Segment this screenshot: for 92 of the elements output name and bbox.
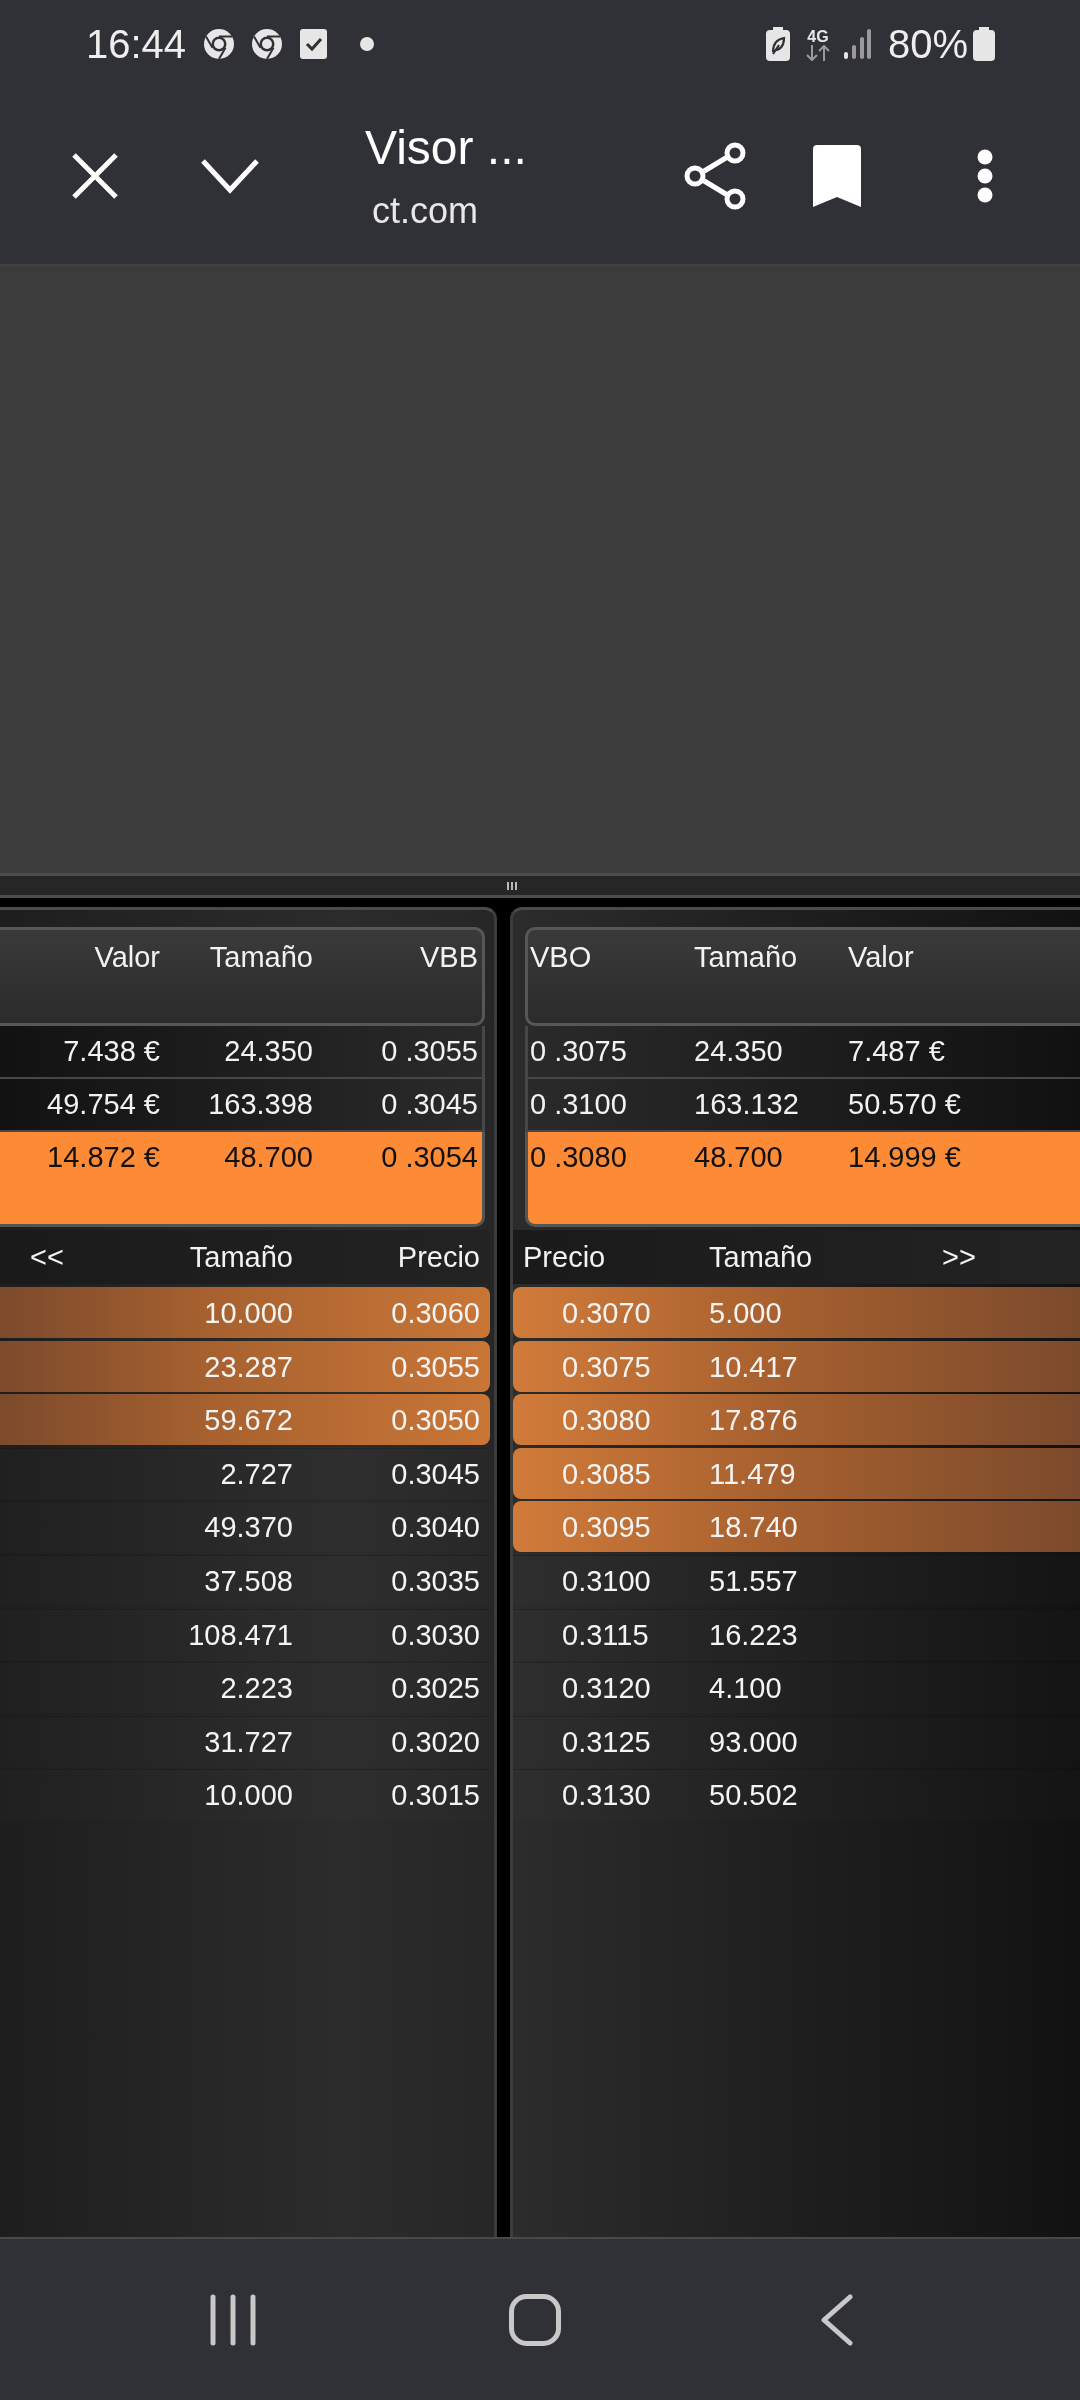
aperture-icon bbox=[204, 29, 235, 59]
table-cell-text: 51.557 bbox=[709, 1563, 799, 1599]
table-cell-text: 14.999 € bbox=[848, 1140, 962, 1175]
table-cell-text: 2.223 bbox=[219, 1671, 293, 1707]
check-square-icon bbox=[300, 29, 328, 59]
more-icon bbox=[977, 149, 993, 203]
column-header: Valor bbox=[848, 940, 915, 975]
table-cell-text: 0.3070 bbox=[562, 1296, 652, 1331]
table-cell-text: 48.700 bbox=[694, 1140, 784, 1175]
table-cell-text: 23.287 bbox=[203, 1349, 293, 1385]
table-cell-text: 0.3080 bbox=[562, 1403, 652, 1439]
table-cell-text: 10.417 bbox=[709, 1349, 799, 1385]
column-header: Precio bbox=[523, 1240, 607, 1275]
table-cell-text: 0.3100 bbox=[562, 1563, 652, 1599]
table-cell-text: 7.487 € bbox=[848, 1034, 946, 1069]
table-cell-text: 14.872 € bbox=[46, 1140, 160, 1175]
table-cell-text: 10.000 bbox=[203, 1778, 293, 1814]
dot-icon bbox=[360, 37, 375, 51]
table-cell-text: 37.508 bbox=[203, 1563, 293, 1599]
table-cell-text: 0.3120 bbox=[562, 1671, 652, 1707]
share-icon bbox=[684, 142, 746, 210]
table-cell-text: 17.876 bbox=[709, 1403, 799, 1439]
table-cell-text: 24.350 bbox=[694, 1034, 784, 1069]
column-header: Tamaño bbox=[694, 940, 799, 975]
table-cell-text: 59.672 bbox=[203, 1403, 293, 1439]
column-header: Tamaño bbox=[188, 1240, 293, 1275]
table-cell-text: 49.370 bbox=[203, 1510, 293, 1546]
table-cell-text: 4.100 bbox=[709, 1671, 783, 1707]
table-cell-text: 49.754 € bbox=[46, 1087, 160, 1122]
table-cell-text: 108.471 bbox=[187, 1617, 293, 1653]
table-cell-text: 0.3055 bbox=[390, 1349, 480, 1385]
table-cell-text: 0.3035 bbox=[390, 1563, 480, 1599]
table-cell-text: 0.3015 bbox=[390, 1778, 480, 1814]
column-header: Tamaño bbox=[208, 940, 313, 975]
page-title: Visor ... bbox=[365, 120, 527, 176]
table-cell-text: 163.132 bbox=[694, 1087, 800, 1122]
column-header: Valor bbox=[93, 940, 160, 975]
table-cell-text: 0.3025 bbox=[390, 1671, 480, 1707]
table-cell-text: 0.3125 bbox=[562, 1724, 652, 1760]
table-cell-text: 0.3050 bbox=[390, 1403, 480, 1439]
column-header: Tamaño bbox=[709, 1240, 814, 1275]
back-icon bbox=[821, 2293, 853, 2346]
table-cell-text: 0.3115 bbox=[562, 1617, 650, 1653]
column-header: Precio bbox=[396, 1240, 480, 1275]
table-cell-text: 2.727 bbox=[219, 1456, 293, 1492]
table-cell-text: 5.000 bbox=[709, 1296, 783, 1331]
table-cell-text: 0.3085 bbox=[562, 1456, 652, 1492]
table-cell-text: 0.3095 bbox=[562, 1510, 652, 1546]
grip-handle-icon[interactable] bbox=[507, 881, 517, 890]
table-cell-text: 18.740 bbox=[709, 1510, 799, 1546]
page-url: ct.com bbox=[372, 190, 478, 232]
table-cell-text: 0.3030 bbox=[390, 1617, 480, 1653]
network-type-label: 4G bbox=[807, 27, 829, 45]
table-cell-text: 16.223 bbox=[709, 1617, 799, 1653]
table-cell-text: 31.727 bbox=[203, 1724, 293, 1760]
aperture-icon bbox=[252, 29, 283, 59]
table-cell-text: 0 .3054 bbox=[380, 1140, 478, 1175]
close-icon bbox=[71, 152, 119, 200]
column-header: VBO bbox=[530, 940, 593, 975]
battery-icon bbox=[973, 27, 995, 61]
table-cell-text: 0 .3045 bbox=[380, 1087, 478, 1122]
table-cell-text: 93.000 bbox=[709, 1724, 799, 1760]
battery-leaf-icon bbox=[765, 27, 790, 61]
clock-time: 16:44 bbox=[86, 21, 187, 67]
bookmark-icon bbox=[813, 145, 861, 207]
table-cell-text: 24.350 bbox=[223, 1034, 313, 1069]
table-cell-text: 0.3060 bbox=[390, 1296, 480, 1331]
table-cell-text: 50.502 bbox=[709, 1778, 799, 1814]
table-cell-text: 7.438 € bbox=[62, 1034, 160, 1069]
table-cell-text: 0.3040 bbox=[390, 1510, 480, 1546]
table-cell-text: 50.570 € bbox=[848, 1087, 962, 1122]
column-header: VBB bbox=[418, 940, 478, 975]
table-cell-text: 0.3020 bbox=[390, 1724, 480, 1760]
table-cell-text: 0 .3075 bbox=[530, 1034, 628, 1069]
data-arrows-icon bbox=[804, 44, 831, 61]
table-cell-text: 0.3130 bbox=[562, 1778, 652, 1814]
table-cell-text: 11.479 bbox=[709, 1456, 797, 1492]
signal-icon bbox=[843, 29, 871, 59]
table-cell-text: 10.000 bbox=[203, 1296, 293, 1331]
table-cell-text: 48.700 bbox=[223, 1140, 313, 1175]
recent-apps-icon bbox=[209, 2293, 257, 2346]
table-cell-text: 0 .3055 bbox=[380, 1034, 478, 1069]
table-cell-text: 0 .3100 bbox=[530, 1087, 628, 1122]
chevron-down-icon bbox=[200, 158, 260, 194]
home-icon bbox=[509, 2293, 561, 2346]
table-cell-text: 163.398 bbox=[207, 1087, 313, 1122]
next-button[interactable]: >> bbox=[942, 1237, 976, 1277]
previous-button[interactable]: << bbox=[30, 1237, 64, 1277]
table-cell-text: 0.3075 bbox=[562, 1349, 652, 1385]
battery-level-text: 80% bbox=[887, 21, 968, 67]
table-cell-text: 0 .3080 bbox=[530, 1140, 628, 1175]
table-cell-text: 0.3045 bbox=[390, 1456, 480, 1492]
